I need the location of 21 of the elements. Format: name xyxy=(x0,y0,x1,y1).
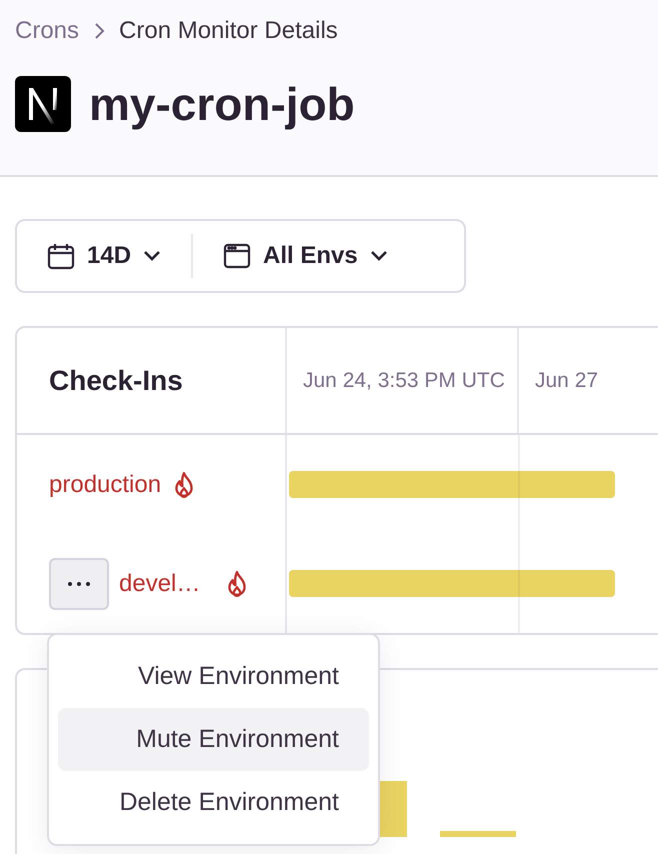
filter-dropdown[interactable]: All Envs xyxy=(193,221,418,291)
calendar-icon xyxy=(47,242,75,270)
menu-item[interactable]: Delete Environment xyxy=(58,771,369,834)
timeline-label: Jun 24, 3:53 PM UTC xyxy=(303,368,505,392)
more-options-button[interactable] xyxy=(49,558,109,610)
chevron-down-icon xyxy=(143,250,162,262)
timeline-label: Jun 27 xyxy=(535,368,598,392)
ellipsis-icon xyxy=(67,580,91,586)
card-title: Check-Ins xyxy=(49,364,183,396)
window-icon xyxy=(223,242,252,270)
breadcrumb-link[interactable]: Crons xyxy=(15,17,80,45)
menu-item[interactable]: Mute Environment xyxy=(58,708,369,771)
environment-name[interactable]: devel… xyxy=(119,570,200,598)
page-title: my-cron-job xyxy=(89,77,355,131)
environment-name[interactable]: production xyxy=(49,470,162,498)
breadcrumb-current: Cron Monitor Details xyxy=(119,17,338,45)
menu-item[interactable]: View Environment xyxy=(58,645,369,708)
filter-dropdown[interactable]: 14D xyxy=(17,221,192,291)
chevron-down-icon xyxy=(370,250,388,262)
chevron-right-icon xyxy=(93,22,106,40)
logo-icon xyxy=(15,76,71,132)
